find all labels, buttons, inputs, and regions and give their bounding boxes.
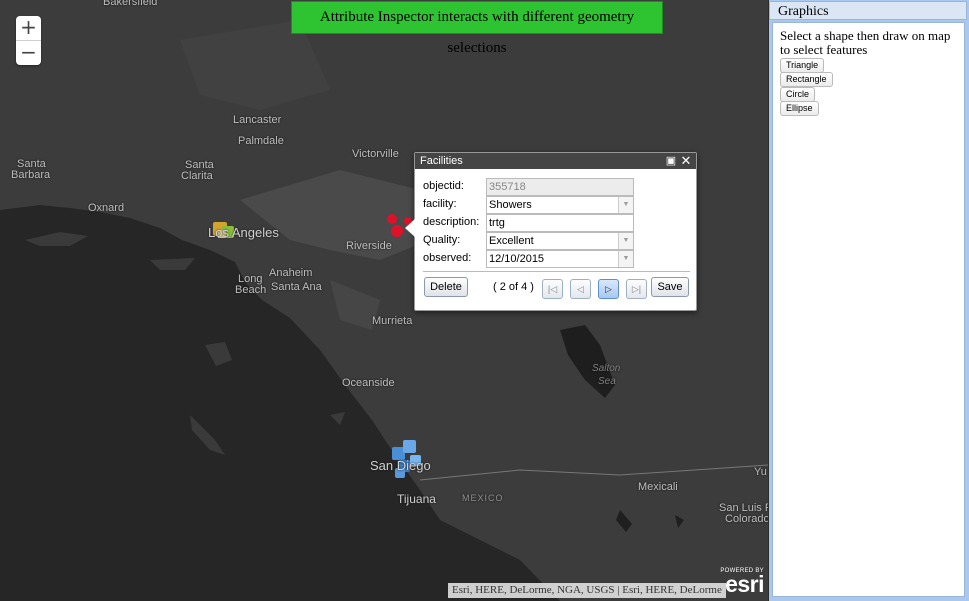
facility-value: Showers xyxy=(489,199,532,211)
observed-value: 12/10/2015 xyxy=(489,253,545,265)
objectid-field: 355718 xyxy=(486,178,634,196)
save-button[interactable]: Save xyxy=(651,277,689,297)
circle-tool-button[interactable]: Circle xyxy=(780,87,816,102)
record-counter: ( 2 of 4 ) xyxy=(493,281,534,293)
place-label: Beach xyxy=(235,284,267,296)
zoom-out-button[interactable]: − xyxy=(16,41,41,65)
title-banner: Attribute Inspector interacts with diffe… xyxy=(291,1,663,56)
place-label: Lancaster xyxy=(233,114,282,126)
panel-title: Graphics xyxy=(769,1,967,20)
ellipse-tool-button[interactable]: Ellipse xyxy=(780,101,819,116)
place-label: Clarita xyxy=(181,170,213,182)
place-label: Sea xyxy=(598,376,616,387)
facility-select[interactable]: Showers ▼ xyxy=(486,196,634,214)
first-record-icon[interactable]: |◁ xyxy=(542,279,563,299)
place-label: Oxnard xyxy=(88,202,125,214)
popup-header: Facilities ▣ ✕ xyxy=(415,153,696,169)
place-label: San Diego xyxy=(370,458,431,473)
last-record-icon[interactable]: ▷| xyxy=(626,279,647,299)
popup-title: Facilities xyxy=(420,155,463,167)
place-label: Salton xyxy=(592,363,621,374)
place-label: Colorado xyxy=(725,513,768,525)
rectangle-tool-button[interactable]: Rectangle xyxy=(780,72,833,87)
place-label: Palmdale xyxy=(238,135,284,147)
divider xyxy=(423,271,690,272)
panel-body: Select a shape then draw on map to selec… xyxy=(772,22,965,597)
place-label: Anaheim xyxy=(269,267,313,279)
place-label: Los Angeles xyxy=(208,225,279,240)
field-label: description: xyxy=(423,216,480,228)
place-label: Bakersfield xyxy=(103,0,158,8)
field-label: Quality: xyxy=(423,234,461,246)
place-label: Barbara xyxy=(11,169,51,181)
panel-instructions: Select a shape then draw on map to selec… xyxy=(780,28,951,57)
description-input[interactable]: trtg xyxy=(486,214,634,232)
place-label: MEXICO xyxy=(462,493,504,503)
popup-pointer xyxy=(405,219,415,237)
esri-wordmark: esri xyxy=(725,571,764,597)
previous-record-icon[interactable]: ◁ xyxy=(570,279,591,299)
next-record-icon[interactable]: ▷ xyxy=(598,279,619,299)
attribute-inspector-popup: Facilities ▣ ✕ objectid: 355718 facility… xyxy=(405,152,697,311)
place-label: Yu xyxy=(754,466,767,478)
close-icon[interactable]: ✕ xyxy=(679,153,693,169)
place-label: Tijuana xyxy=(397,492,436,506)
place-label: Santa Ana xyxy=(271,281,322,293)
esri-logo[interactable]: POWERED BY esri xyxy=(712,568,764,597)
graphics-panel: Graphics Select a shape then draw on map… xyxy=(769,0,969,601)
map[interactable]: Bakersfield Lancaster Palmdale Santa Bar… xyxy=(0,0,768,601)
chevron-down-icon[interactable]: ▼ xyxy=(618,233,633,249)
place-label: Victorville xyxy=(352,148,399,160)
quality-select[interactable]: Excellent ▼ xyxy=(486,232,634,250)
triangle-tool-button[interactable]: Triangle xyxy=(780,58,825,73)
chevron-down-icon[interactable]: ▼ xyxy=(618,197,633,213)
observed-date-field[interactable]: 12/10/2015 ▼ xyxy=(486,250,634,268)
place-label: Murrieta xyxy=(372,315,413,327)
place-label: Riverside xyxy=(346,240,392,252)
maximize-icon[interactable]: ▣ xyxy=(664,153,678,169)
field-label: observed: xyxy=(423,252,472,264)
zoom-control: + − xyxy=(16,16,41,65)
field-label: facility: xyxy=(423,198,457,210)
quality-value: Excellent xyxy=(489,235,534,247)
field-label: objectid: xyxy=(423,180,464,192)
place-label: Mexicali xyxy=(638,481,678,493)
place-label: Oceanside xyxy=(342,377,395,389)
map-attribution: Esri, HERE, DeLorme, NGA, USGS | Esri, H… xyxy=(448,583,726,598)
zoom-in-button[interactable]: + xyxy=(16,16,41,41)
delete-button[interactable]: Delete xyxy=(424,277,468,297)
chevron-down-icon[interactable]: ▼ xyxy=(618,251,633,267)
